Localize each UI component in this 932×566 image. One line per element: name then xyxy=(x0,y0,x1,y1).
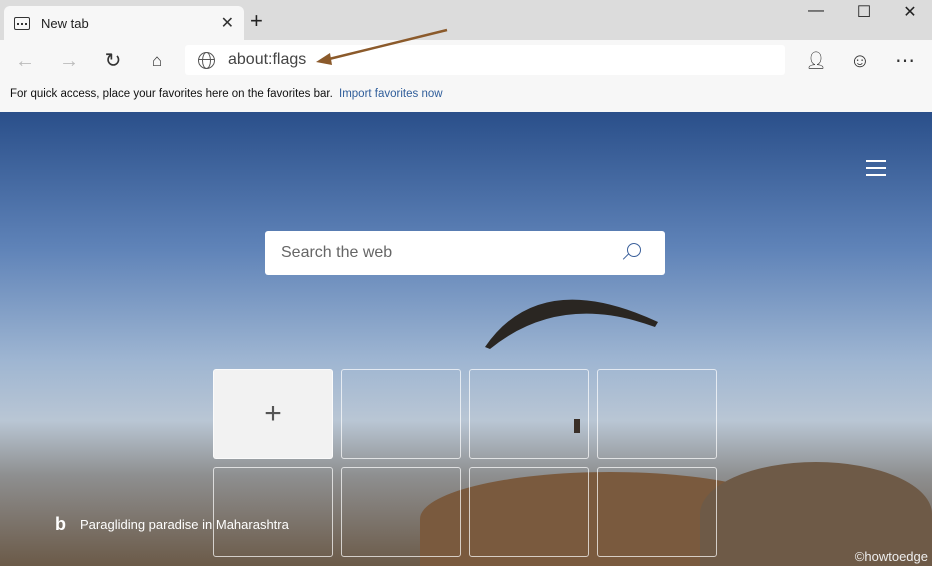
image-caption-text[interactable]: Paragliding paradise in Maharashtra xyxy=(80,517,289,532)
newtab-page-icon xyxy=(14,16,30,30)
close-window-button[interactable]: ✕ xyxy=(890,2,930,22)
watermark: ©howtoedge xyxy=(854,549,928,564)
new-tab-page: Search the web + b Paragliding paradise … xyxy=(0,112,932,566)
import-favorites-link[interactable]: Import favorites now xyxy=(339,88,443,100)
feedback-smiley-button[interactable]: ☺ xyxy=(846,48,874,74)
new-tab-button[interactable]: + xyxy=(250,8,263,34)
site-tile[interactable] xyxy=(213,467,333,557)
forward-button[interactable]: → xyxy=(55,48,83,74)
toolbar: ← → ↻ ⌂ about:flags 👤︎ ☺ ⋯ xyxy=(0,40,932,82)
globe-icon xyxy=(198,51,215,69)
bing-icon: b xyxy=(55,514,66,534)
search-placeholder: Search the web xyxy=(281,244,393,261)
title-bar: New tab ✕ + — ☐ ✕ xyxy=(0,0,932,40)
site-tile[interactable] xyxy=(597,467,717,557)
site-tile[interactable] xyxy=(341,467,461,557)
close-tab-icon[interactable]: ✕ xyxy=(221,13,234,33)
site-tile[interactable] xyxy=(469,369,589,459)
profile-button[interactable]: 👤︎ xyxy=(802,48,830,74)
back-button[interactable]: ← xyxy=(11,48,39,74)
site-tile[interactable] xyxy=(341,369,461,459)
refresh-button[interactable]: ↻ xyxy=(99,48,127,74)
site-tile[interactable] xyxy=(469,467,589,557)
home-button[interactable]: ⌂ xyxy=(143,48,171,74)
minimize-button[interactable]: — xyxy=(796,2,836,20)
more-menu-button[interactable]: ⋯ xyxy=(891,48,919,74)
favorites-hint: For quick access, place your favorites h… xyxy=(10,88,333,100)
tab-new-tab[interactable]: New tab ✕ xyxy=(4,6,244,40)
tab-title: New tab xyxy=(41,15,89,31)
add-site-tile[interactable]: + xyxy=(213,369,333,459)
site-tile[interactable] xyxy=(597,369,717,459)
page-settings-menu[interactable] xyxy=(866,160,886,181)
favorites-bar: For quick access, place your favorites h… xyxy=(0,82,932,112)
search-icon[interactable] xyxy=(627,243,641,257)
maximize-button[interactable]: ☐ xyxy=(844,2,884,22)
address-url[interactable]: about:flags xyxy=(228,51,306,69)
search-input[interactable]: Search the web xyxy=(265,231,665,275)
image-caption[interactable]: b Paragliding paradise in Maharashtra xyxy=(55,514,289,535)
annotation-arrow xyxy=(316,28,448,65)
address-bar[interactable]: about:flags xyxy=(185,45,785,75)
